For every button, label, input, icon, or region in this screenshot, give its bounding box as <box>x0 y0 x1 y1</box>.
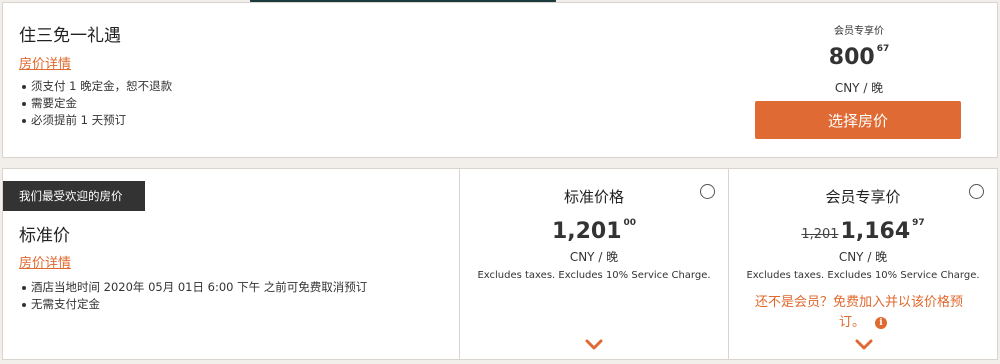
info-icon[interactable]: i <box>875 317 888 329</box>
rate-conditions-list: 须支付 1 晚定金，恕不退款 需要定金 必须提前 1 天预订 <box>21 78 172 129</box>
member-price-radio[interactable] <box>969 184 984 199</box>
join-member-link[interactable]: 还不是会员？免费加入并以该价格预 订。 i <box>755 293 963 333</box>
price-unit: CNY / 晚 <box>834 81 884 95</box>
condition-item: 酒店当地时间 2020年 05月 01日 6:00 下午 之前可免费取消预订 <box>21 279 367 296</box>
standard-price: 1,201 00 <box>460 218 728 244</box>
rate-conditions-list: 酒店当地时间 2020年 05月 01日 6:00 下午 之前可免费取消预订 无… <box>21 279 367 313</box>
rate-details-link[interactable]: 房价详情 <box>19 252 71 271</box>
select-rate-button[interactable]: 选择房价 <box>755 101 961 139</box>
join-text-line: 还不是会员？免费加入并以该价格预 <box>755 295 964 310</box>
rate-title: 住三免一礼遇 <box>19 26 121 46</box>
rate-details-link[interactable]: 房价详情 <box>19 53 71 72</box>
member-price-label: 会员专享价 <box>834 26 884 37</box>
member-price: 800 67 <box>759 44 959 70</box>
member-price-heading: 会员专享价 <box>825 188 901 206</box>
join-text-line: 订。 <box>839 315 866 330</box>
rate-card-stay3-get1: 住三免一礼遇 房价详情 须支付 1 晚定金，恕不退款 需要定金 必须提前 1 天… <box>2 2 998 158</box>
rate-title: 标准价 <box>19 226 70 246</box>
chevron-down-icon[interactable] <box>584 339 604 351</box>
standard-price-heading: 标准价格 <box>563 188 624 206</box>
tax-note: Excludes taxes. Excludes 10% Service Cha… <box>477 270 711 281</box>
price-amount: 1,201 <box>551 219 622 244</box>
tax-note: Excludes taxes. Excludes 10% Service Cha… <box>746 270 980 281</box>
original-price: 1,201 <box>801 227 839 242</box>
price-cents: 97 <box>912 218 925 228</box>
condition-item: 无需支付定金 <box>21 296 367 313</box>
chevron-down-icon[interactable] <box>854 339 874 351</box>
rate-card-standard: 我们最受欢迎的房价 标准价 房价详情 酒店当地时间 2020年 05月 01日 … <box>2 168 998 360</box>
standard-price-radio[interactable] <box>700 184 715 199</box>
price-unit: CNY / 晚 <box>838 250 888 264</box>
member-price: 1,2011,164 97 <box>729 218 997 244</box>
price-amount: 1,164 <box>840 219 911 244</box>
price-cents: 67 <box>876 44 890 54</box>
price-amount: 800 <box>828 45 875 70</box>
most-popular-badge: 我们最受欢迎的房价 <box>3 181 145 211</box>
price-cents: 00 <box>623 218 637 228</box>
condition-item: 须支付 1 晚定金，恕不退款 <box>21 78 172 95</box>
condition-item: 必须提前 1 天预订 <box>21 112 172 129</box>
price-unit: CNY / 晚 <box>569 250 619 264</box>
condition-item: 需要定金 <box>21 95 172 112</box>
